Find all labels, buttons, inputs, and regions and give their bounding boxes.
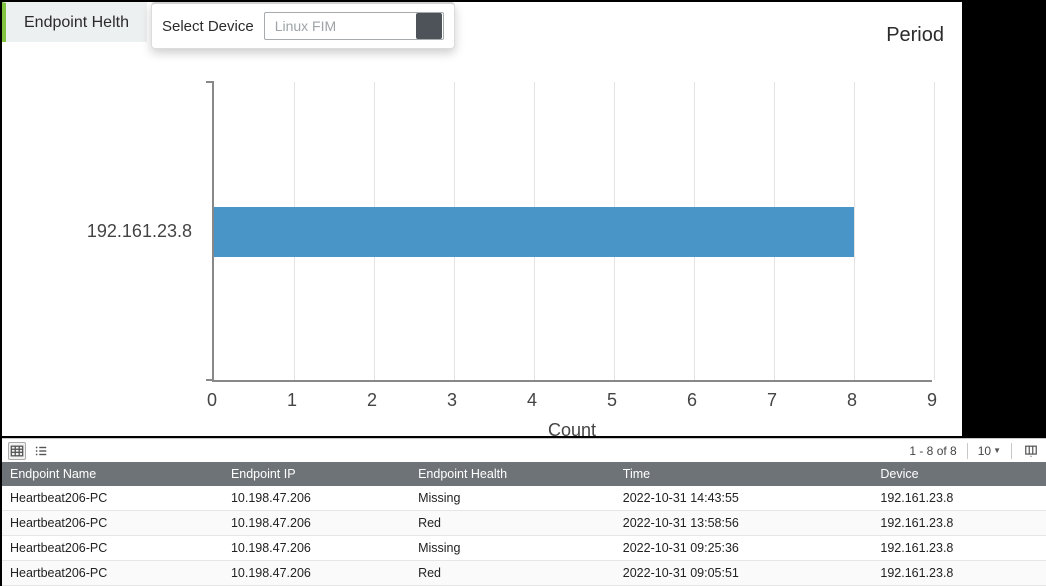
table-cell: Missing: [410, 536, 615, 561]
page-size-select[interactable]: 10 ▼: [978, 444, 1001, 458]
page-size-value: 10: [978, 444, 991, 458]
axis-tick: [206, 81, 214, 83]
device-selector-label: Select Device: [162, 18, 254, 35]
col-endpoint-ip[interactable]: Endpoint IP: [223, 462, 410, 486]
table-cell: Heartbeat206-PC: [2, 536, 223, 561]
table-cell: 192.161.23.8: [872, 486, 1046, 511]
chart-x-tick: 5: [602, 390, 622, 411]
table-cell: 2022-10-31 14:43:55: [615, 486, 873, 511]
table-cell: 192.161.23.8: [872, 536, 1046, 561]
table-cell: 10.198.47.206: [223, 486, 410, 511]
chart-x-tick: 8: [842, 390, 862, 411]
chart-x-tick: 3: [442, 390, 462, 411]
chart-plot-area: [212, 82, 932, 382]
chart-x-tick: 7: [762, 390, 782, 411]
chart-x-tick: 9: [922, 390, 942, 411]
table-cell: 10.198.47.206: [223, 561, 410, 586]
col-endpoint-health[interactable]: Endpoint Health: [410, 462, 615, 486]
list-view-icon[interactable]: [32, 442, 50, 460]
device-selector-popover: Select Device Linux FIM: [151, 2, 455, 49]
table-toolbar: 1 - 8 of 8 10 ▼: [2, 438, 1046, 462]
table-cell: Heartbeat206-PC: [2, 561, 223, 586]
table-view-icon[interactable]: [8, 442, 26, 460]
period-label: Period: [886, 24, 944, 47]
table-header-row: Endpoint Name Endpoint IP Endpoint Healt…: [2, 462, 1046, 486]
chart-x-tick: 1: [282, 390, 302, 411]
table-row[interactable]: Heartbeat206-PC10.198.47.206Red2022-10-3…: [2, 561, 1046, 586]
add-device-button[interactable]: [416, 13, 442, 39]
table-body: Heartbeat206-PC10.198.47.206Missing2022-…: [2, 486, 1046, 586]
table-cell: 2022-10-31 09:25:36: [615, 536, 873, 561]
table-panel: 1 - 8 of 8 10 ▼ Endpoint Name Endpoint I…: [2, 438, 1046, 586]
table-cell: 10.198.47.206: [223, 511, 410, 536]
table-cell: Heartbeat206-PC: [2, 511, 223, 536]
table-cell: Heartbeat206-PC: [2, 486, 223, 511]
tab-row: Endpoint Helth Select Device Linux FIM: [2, 2, 455, 49]
device-select[interactable]: Linux FIM: [264, 12, 444, 40]
table-row[interactable]: Heartbeat206-PC10.198.47.206Red2022-10-3…: [2, 511, 1046, 536]
table-cell: Red: [410, 561, 615, 586]
table-cell: 2022-10-31 13:58:56: [615, 511, 873, 536]
table-cell: 192.161.23.8: [872, 511, 1046, 536]
columns-settings-icon[interactable]: [1022, 442, 1040, 460]
chart-y-category: 192.161.23.8: [87, 221, 192, 242]
tab-endpoint-health[interactable]: Endpoint Helth: [2, 2, 147, 42]
chart-gridline: [934, 82, 935, 380]
table-cell: Red: [410, 511, 615, 536]
chevron-down-icon: ▼: [993, 446, 1001, 455]
page-range-text: 1 - 8 of 8: [909, 444, 956, 458]
chart-x-tick: 0: [202, 390, 222, 411]
chart-x-tick: 4: [522, 390, 542, 411]
table-cell: 10.198.47.206: [223, 536, 410, 561]
dashboard-card: Endpoint Helth Select Device Linux FIM P…: [2, 2, 962, 436]
toolbar-separator: [967, 443, 968, 459]
table-cell: Missing: [410, 486, 615, 511]
table-cell: 192.161.23.8: [872, 561, 1046, 586]
table-cell: 2022-10-31 09:05:51: [615, 561, 873, 586]
chart-bar[interactable]: [214, 207, 854, 257]
toolbar-separator: [1011, 443, 1012, 459]
table-row[interactable]: Heartbeat206-PC10.198.47.206Missing2022-…: [2, 536, 1046, 561]
col-device[interactable]: Device: [872, 462, 1046, 486]
endpoint-health-chart: Count 0123456789192.161.23.8: [212, 82, 932, 382]
device-select-text: Linux FIM: [265, 18, 416, 34]
chart-gridline: [854, 82, 855, 380]
axis-tick: [206, 379, 214, 381]
chart-x-tick: 6: [682, 390, 702, 411]
col-time[interactable]: Time: [615, 462, 873, 486]
tab-label: Endpoint Helth: [24, 14, 129, 32]
col-endpoint-name[interactable]: Endpoint Name: [2, 462, 223, 486]
chart-x-tick: 2: [362, 390, 382, 411]
endpoint-table: Endpoint Name Endpoint IP Endpoint Healt…: [2, 462, 1046, 586]
table-row[interactable]: Heartbeat206-PC10.198.47.206Missing2022-…: [2, 486, 1046, 511]
